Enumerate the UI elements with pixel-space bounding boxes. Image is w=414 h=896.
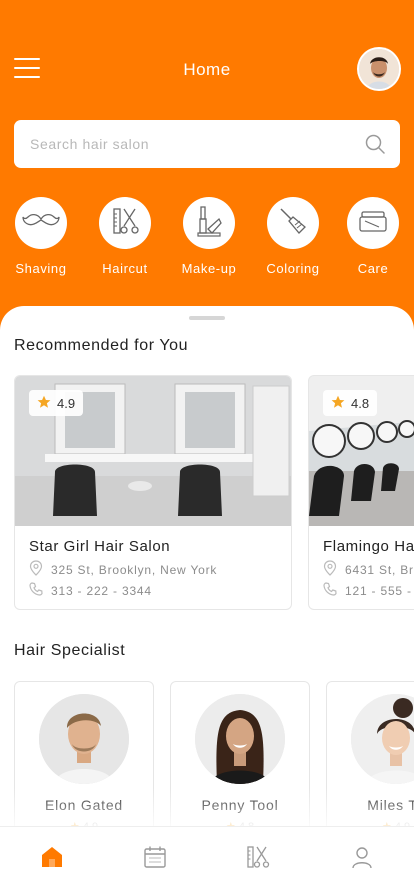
phone-icon <box>323 582 337 599</box>
salon-phone: 121 - 555 - <box>323 582 412 599</box>
category-label: Shaving <box>15 261 67 276</box>
content-panel: Recommended for You 4.9 Star Girl Hair S… <box>0 306 414 896</box>
salon-address: 325 St, Brooklyn, New York <box>29 560 217 579</box>
paint-brush-icon <box>278 206 308 241</box>
category-label: Coloring <box>266 261 320 276</box>
specialist-photo <box>351 694 414 784</box>
calendar-icon <box>143 845 167 874</box>
cream-jar-icon <box>357 208 389 239</box>
rating-value: 4.8 <box>351 395 370 411</box>
category-makeup[interactable]: Make-up <box>174 197 244 276</box>
search-icon[interactable] <box>364 133 386 155</box>
specialist-name: Miles To <box>367 797 414 813</box>
category-label: Care <box>357 261 389 276</box>
services-icon <box>246 845 270 874</box>
specialist-photo <box>39 694 129 784</box>
salon-name: Flamingo Ha <box>323 538 414 555</box>
mustache-icon <box>22 211 60 236</box>
search-bar <box>14 120 400 168</box>
scissors-comb-icon <box>111 206 139 241</box>
specialist-name: Penny Tool <box>201 797 279 813</box>
makeup-icon <box>195 205 223 242</box>
category-shaving[interactable]: Shaving <box>6 197 76 276</box>
rating-value: 4.9 <box>57 395 76 411</box>
nav-calendar[interactable] <box>135 845 175 885</box>
location-pin-icon <box>323 560 337 579</box>
phone-icon <box>29 582 43 599</box>
location-pin-icon <box>29 560 43 579</box>
nav-home[interactable] <box>32 845 72 885</box>
avatar[interactable] <box>357 47 401 91</box>
salon-phone: 313 - 222 - 3344 <box>29 582 152 599</box>
salon-card[interactable]: 4.9 Star Girl Hair Salon 325 St, Brookly… <box>14 375 292 610</box>
salon-name: Star Girl Hair Salon <box>29 538 171 555</box>
category-list: Shaving Haircut Make-up Coloring Care <box>0 197 414 287</box>
bottom-nav <box>0 826 414 896</box>
home-icon <box>40 845 64 874</box>
star-icon <box>331 395 345 412</box>
category-care[interactable]: Care <box>338 197 408 276</box>
specialist-card[interactable]: Penny Tool ★ 4.8 <box>170 681 310 841</box>
salon-card[interactable]: 4.8 Flamingo Ha 6431 St, Br 121 - 555 - <box>308 375 414 610</box>
rating-badge: 4.8 <box>323 390 378 416</box>
specialist-photo <box>195 694 285 784</box>
specialist-card[interactable]: Elon Gated ★ 4.9 <box>14 681 154 841</box>
category-label: Haircut <box>102 261 148 276</box>
drag-handle[interactable] <box>189 316 225 320</box>
section-title-specialist: Hair Specialist <box>14 642 126 659</box>
nav-profile[interactable] <box>342 845 382 885</box>
section-title-recommended: Recommended for You <box>14 337 189 354</box>
header: Home Shaving Haircu <box>0 0 414 330</box>
category-haircut[interactable]: Haircut <box>90 197 160 276</box>
star-icon <box>37 395 51 412</box>
specialist-card[interactable]: Miles To ★ 4.9 <box>326 681 414 841</box>
specialist-name: Elon Gated <box>44 797 124 813</box>
nav-services[interactable] <box>238 845 278 885</box>
page-title: Home <box>183 60 231 79</box>
salon-address: 6431 St, Br <box>323 560 414 579</box>
category-coloring[interactable]: Coloring <box>258 197 328 276</box>
rating-badge: 4.9 <box>29 390 84 416</box>
category-label: Make-up <box>181 261 237 276</box>
profile-icon <box>350 845 374 874</box>
search-input[interactable] <box>14 120 354 168</box>
